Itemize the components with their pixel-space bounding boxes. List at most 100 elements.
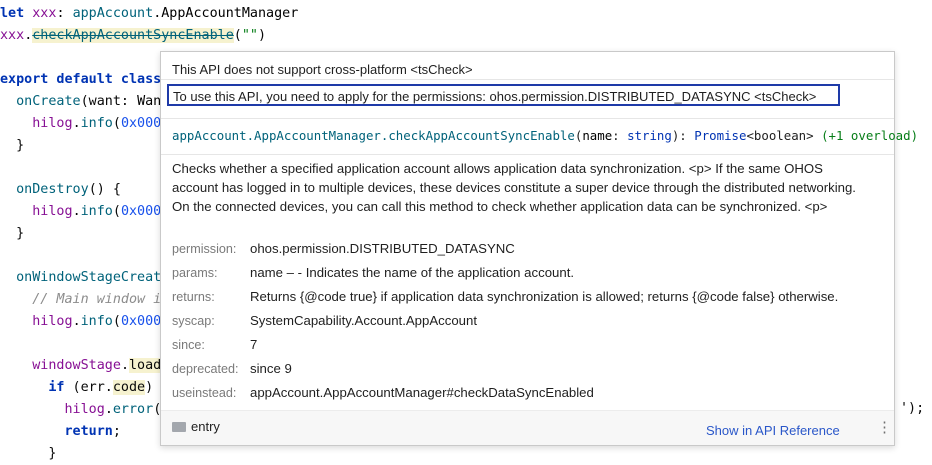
code-token: windowStage	[32, 358, 121, 373]
tag-value: 7	[250, 337, 258, 352]
show-in-api-reference-link[interactable]: Show in API Reference	[706, 423, 840, 438]
code-line: onCreate(want: Wan	[0, 91, 161, 113]
code-line: onDestroy() {	[0, 179, 121, 201]
tag-key: syscap:	[172, 314, 215, 328]
code-token: (	[112, 204, 121, 219]
module-name: entry	[191, 419, 220, 434]
signature-colon: :	[612, 128, 628, 143]
tag-key: permission:	[172, 242, 237, 256]
code-line: export default class	[0, 69, 161, 91]
code-token: // Main window i	[32, 292, 162, 307]
tag-value: since 9	[250, 361, 292, 376]
module-label: entry	[172, 417, 220, 437]
code-token: return	[64, 424, 113, 439]
code-token: code	[112, 380, 146, 395]
code-token: (	[112, 314, 121, 329]
code-token: .	[72, 314, 81, 329]
code-token: AppAccountManager	[161, 6, 299, 21]
code-token: }	[0, 138, 25, 153]
code-token: info	[80, 204, 113, 219]
code-token: 0x000	[120, 314, 162, 329]
code-token: .	[72, 204, 81, 219]
code-token: onDestroy	[16, 182, 89, 197]
code-token: checkAppAccountSyncEnable	[32, 28, 234, 43]
code-token: (err.	[64, 380, 113, 395]
method-description: Checks whether a specified application a…	[172, 161, 856, 214]
code-token: onWindowStageCreat	[16, 270, 162, 285]
code-line: hilog.info(0x000	[0, 201, 161, 223]
code-token: (want:	[80, 94, 138, 109]
code-token: let	[0, 6, 33, 21]
tag-value[interactable]: appAccount.AppAccountManager#checkDataSy…	[250, 382, 594, 404]
code-token: load	[129, 358, 162, 373]
code-token: .	[104, 402, 113, 417]
code-token: Wan	[137, 94, 162, 109]
code-token: }	[0, 226, 25, 241]
code-token: export default class	[0, 72, 162, 87]
tag-key: useinstead:	[172, 386, 237, 400]
code-line: return;	[0, 421, 121, 443]
code-token: info	[80, 116, 113, 131]
code-token: ;	[112, 424, 121, 439]
code-line: onWindowStageCreat	[0, 267, 161, 289]
code-token: xxx	[32, 6, 57, 21]
signature-class-method[interactable]: appAccount.AppAccountManager.checkAppAcc…	[172, 128, 575, 143]
code-overflow-text: ');	[900, 401, 925, 416]
code-token: )	[257, 28, 267, 43]
code-token: error	[112, 402, 154, 417]
code-line: let xxx: appAccount.AppAccountManager	[0, 3, 298, 25]
divider	[161, 79, 894, 80]
code-line: hilog.error(	[0, 399, 162, 421]
code-token: hilog	[32, 116, 73, 131]
popup-footer: entry Show in API Reference ⋮	[161, 410, 894, 445]
tag-value: Returns {@code true} if application data…	[250, 289, 839, 304]
divider	[161, 154, 894, 155]
code-line: xxx.checkAppAccountSyncEnable("")	[0, 25, 266, 47]
code-token: .	[120, 358, 129, 373]
code-token: hilog	[32, 314, 73, 329]
tag-value: name – - Indicates the name of the appli…	[250, 265, 575, 280]
code-line: windowStage.load	[0, 355, 162, 377]
code-token: hilog	[64, 402, 105, 417]
tag-key: since:	[172, 338, 205, 352]
code-token: if	[48, 380, 65, 395]
code-line: }	[0, 135, 24, 157]
code-token: .	[72, 116, 81, 131]
code-token: (	[233, 28, 242, 43]
code-token: info	[80, 314, 113, 329]
code-token: xxx	[0, 28, 25, 43]
overload-link[interactable]: (+1 overload)	[821, 128, 918, 143]
tag-value: ohos.permission.DISTRIBUTED_DATASYNC	[250, 241, 515, 256]
cross-platform-warning: This API does not support cross-platform…	[172, 62, 473, 77]
signature-close-paren: ):	[671, 128, 695, 143]
code-token: onCreate	[16, 94, 81, 109]
code-line: }	[0, 223, 24, 245]
code-line: }	[0, 443, 56, 465]
code-token: ""	[241, 28, 258, 43]
signature-return-type[interactable]: Promise	[694, 128, 746, 143]
code-line: hilog.info(0x000	[0, 311, 161, 333]
tag-key: params:	[172, 266, 218, 280]
code-token: 0x000	[120, 116, 162, 131]
code-token: (	[112, 116, 121, 131]
method-signature: appAccount.AppAccountManager.checkAppAcc…	[172, 126, 918, 146]
code-token: :	[56, 6, 73, 21]
code-token: appAccount	[72, 6, 154, 21]
more-options-icon[interactable]: ⋮	[877, 420, 892, 435]
quick-documentation-popup[interactable]: This API does not support cross-platform…	[160, 51, 918, 446]
folder-icon	[172, 421, 186, 432]
tag-value: SystemCapability.Account.AppAccount	[250, 313, 477, 328]
code-line: if (err.code)	[0, 377, 153, 399]
code-token: hilog	[32, 204, 73, 219]
permission-warning: To use this API, you need to apply for t…	[167, 84, 840, 106]
code-line: // Main window i	[0, 289, 161, 311]
